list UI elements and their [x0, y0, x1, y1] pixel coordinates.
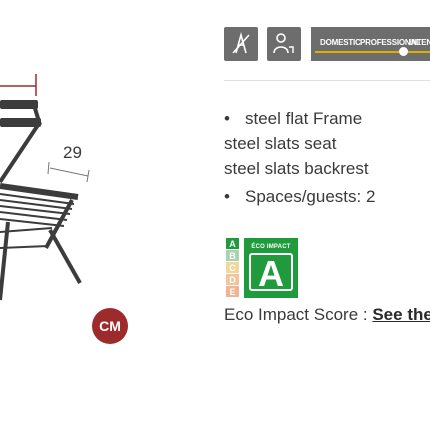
eco-scale: A B C D E — [226, 238, 239, 298]
product-drawing-area: 29 CM — [0, 0, 215, 430]
usage-level-marker — [399, 47, 408, 56]
chair-drawing — [0, 74, 90, 301]
eco-grade: A — [249, 253, 293, 293]
depth-dimension-label: 29 — [63, 143, 82, 162]
usage-label-intensive: INTENS — [409, 38, 430, 47]
spec-item: • Spaces/guests: 2 — [224, 187, 376, 206]
person-flag-icon — [267, 27, 301, 61]
eco-score-label: Eco Impact Score : — [224, 305, 373, 324]
eco-impact-badge: ÉCO IMPACT A — [244, 238, 298, 298]
usage-level-scale: DOMESTIC PROFESSIONAL INTENS — [311, 27, 430, 61]
eco-scale-grade: C — [226, 262, 239, 273]
eco-badge-caption: ÉCO IMPACT — [251, 244, 291, 250]
spec-backrest: steel slats backrest — [224, 159, 369, 178]
eco-scale-grade: B — [226, 250, 239, 261]
section-divider — [224, 80, 430, 81]
eco-score-line: Eco Impact Score : See the — [224, 305, 430, 325]
eco-score-link[interactable]: See the — [372, 305, 430, 324]
spec-seat: steel slats seat — [224, 134, 337, 153]
eco-scale-grade: D — [226, 274, 239, 285]
eco-scale-grade: A — [226, 238, 239, 249]
spec-item: steel slats backrest — [224, 156, 375, 181]
spec-item: steel slats seat — [224, 131, 375, 156]
product-specs-list: • steel flat Frame steel slats seat steel… — [224, 106, 375, 209]
usage-track — [315, 51, 430, 53]
no-stacking-icon — [224, 27, 258, 61]
eco-scale-grade: E — [226, 286, 239, 297]
unit-toggle-button[interactable]: CM — [92, 308, 128, 344]
spec-item: • steel flat Frame — [224, 109, 363, 128]
spec-guests: Spaces/guests: 2 — [245, 187, 376, 206]
spec-frame: steel flat Frame — [245, 109, 363, 128]
usage-label-domestic: DOMESTIC — [320, 38, 361, 47]
